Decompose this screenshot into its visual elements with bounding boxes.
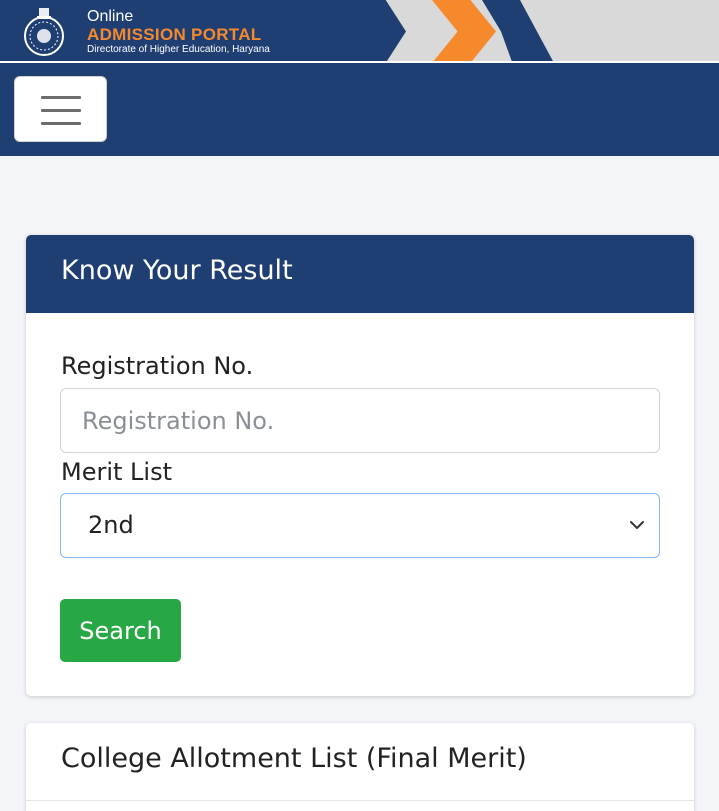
merit-list-select[interactable]: 2nd (60, 493, 660, 558)
hamburger-menu-icon (41, 96, 81, 99)
hamburger-menu-icon (41, 122, 81, 125)
brand-title: ADMISSION PORTAL (87, 25, 262, 44)
navbar (0, 63, 719, 156)
banner-grey-right (520, 0, 719, 63)
brand-online-text: Online (87, 8, 134, 25)
chevron-down-icon (630, 521, 644, 529)
search-button[interactable]: Search (60, 599, 181, 662)
haryana-emblem-icon (24, 8, 64, 56)
merit-list-label: Merit List (61, 458, 172, 486)
merit-list-selected-value: 2nd (88, 511, 134, 539)
college-allotment-card: College Allotment List (Final Merit) (26, 723, 694, 811)
brand-subtitle: Directorate of Higher Education, Haryana (87, 44, 270, 55)
card-title: College Allotment List (Final Merit) (26, 723, 694, 801)
top-banner: Online ADMISSION PORTAL Directorate of H… (0, 0, 719, 63)
card-title: Know Your Result (26, 235, 694, 313)
hamburger-menu-icon (41, 109, 81, 112)
hamburger-menu-button[interactable] (14, 76, 107, 142)
know-your-result-card: Know Your Result Registration No. Merit … (26, 235, 694, 696)
registration-label: Registration No. (61, 352, 254, 380)
registration-input[interactable] (60, 388, 660, 453)
